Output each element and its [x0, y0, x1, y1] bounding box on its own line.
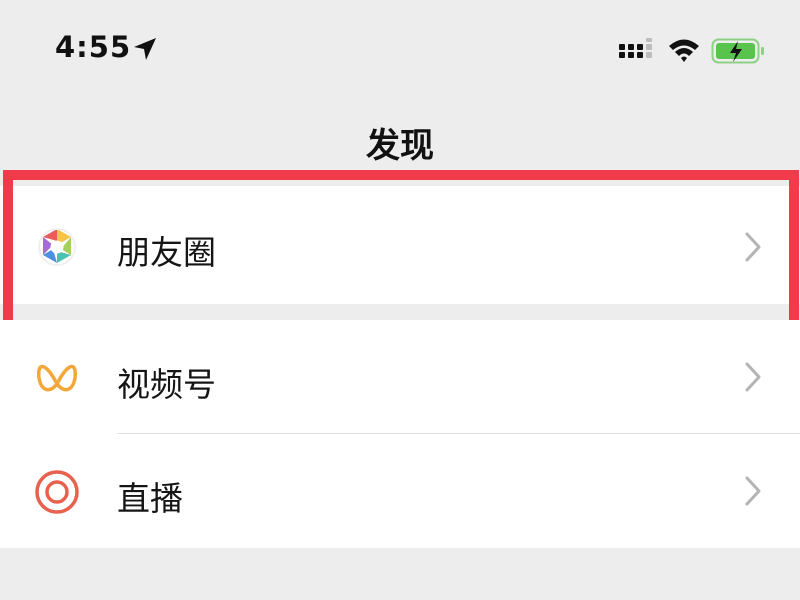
list-group-2: 视频号 直播	[0, 320, 800, 548]
live-icon	[35, 470, 79, 514]
status-time: 4:55	[55, 30, 132, 64]
list-item-label: 直播	[117, 479, 183, 518]
cellular-signal-icon	[619, 38, 652, 58]
battery-charging-icon	[711, 38, 764, 64]
chevron-right-icon	[745, 362, 761, 392]
highlight-box	[3, 170, 799, 335]
page-title: 发现	[366, 126, 434, 166]
list-item-channels[interactable]: 视频号	[0, 320, 800, 434]
channels-icon	[37, 364, 77, 392]
status-bar: 4:55	[0, 0, 800, 100]
chevron-right-icon	[745, 476, 761, 506]
location-arrow-icon	[134, 38, 156, 60]
list-item-live[interactable]: 直播	[0, 434, 800, 548]
list-item-label: 视频号	[117, 365, 216, 404]
wifi-icon	[669, 39, 699, 62]
